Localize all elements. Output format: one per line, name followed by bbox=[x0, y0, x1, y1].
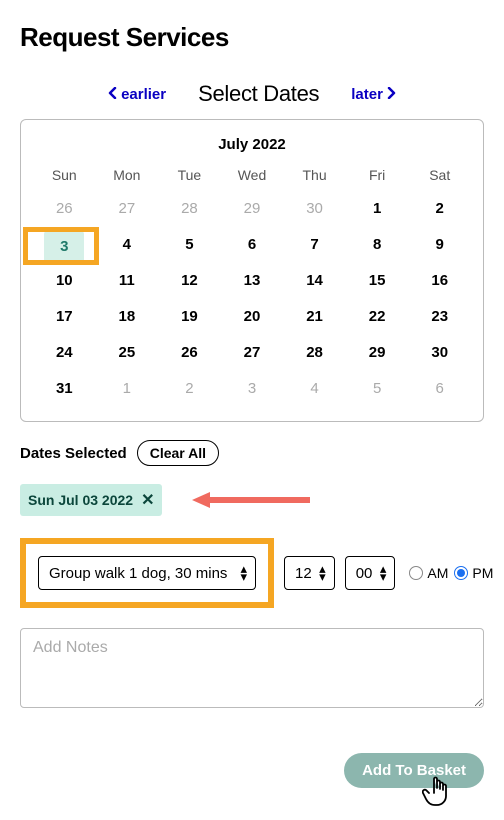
calendar-day: 30 bbox=[283, 195, 346, 223]
select-caret-icon: ▴▾ bbox=[319, 565, 326, 581]
chevron-left-icon bbox=[108, 86, 118, 103]
calendar-day[interactable]: 7 bbox=[283, 231, 346, 259]
select-caret-icon: ▴▾ bbox=[380, 565, 387, 581]
calendar-day[interactable]: 27 bbox=[221, 339, 284, 367]
am-label: AM bbox=[427, 565, 448, 581]
basket-row: Add To Basket bbox=[20, 753, 484, 788]
calendar-day[interactable]: 22 bbox=[346, 303, 409, 331]
calendar-day: 29 bbox=[221, 195, 284, 223]
calendar-day[interactable]: 3 bbox=[33, 231, 96, 259]
pm-radio[interactable] bbox=[454, 566, 468, 580]
calendar-day[interactable]: 6 bbox=[221, 231, 284, 259]
calendar-day[interactable]: 15 bbox=[346, 267, 409, 295]
annotation-highlight-service: Group walk 1 dog, 30 mins ▴▾ bbox=[20, 538, 274, 608]
calendar-day: 26 bbox=[33, 195, 96, 223]
calendar-day[interactable]: 10 bbox=[33, 267, 96, 295]
calendar-day[interactable]: 29 bbox=[346, 339, 409, 367]
calendar-day[interactable]: 14 bbox=[283, 267, 346, 295]
dates-selected-row: Dates Selected Clear All bbox=[20, 440, 484, 466]
calendar-dow: Sun bbox=[33, 167, 96, 187]
service-select-value: Group walk 1 dog, 30 mins bbox=[49, 565, 227, 582]
clear-all-button[interactable]: Clear All bbox=[137, 440, 219, 466]
hour-select[interactable]: 12 ▴▾ bbox=[284, 556, 335, 590]
calendar-day: 27 bbox=[96, 195, 159, 223]
service-controls-row: Group walk 1 dog, 30 mins ▴▾ 12 ▴▾ 00 ▴▾… bbox=[20, 538, 484, 608]
ampm-group: AM PM bbox=[405, 565, 493, 581]
remove-chip-icon[interactable]: ✕ bbox=[141, 490, 154, 510]
annotation-arrow-icon bbox=[192, 490, 312, 510]
calendar-day: 1 bbox=[96, 375, 159, 403]
calendar-dow: Sat bbox=[408, 167, 471, 187]
calendar-grid: SunMonTueWedThuFriSat2627282930123456789… bbox=[33, 167, 471, 403]
select-dates-heading: Select Dates bbox=[198, 81, 319, 107]
earlier-link[interactable]: earlier bbox=[108, 86, 166, 103]
calendar-day[interactable]: 16 bbox=[408, 267, 471, 295]
service-select[interactable]: Group walk 1 dog, 30 mins ▴▾ bbox=[38, 556, 256, 590]
calendar-day[interactable]: 20 bbox=[221, 303, 284, 331]
calendar-dow: Mon bbox=[96, 167, 159, 187]
add-to-basket-button[interactable]: Add To Basket bbox=[344, 753, 484, 788]
calendar-dow: Thu bbox=[283, 167, 346, 187]
calendar-day[interactable]: 18 bbox=[96, 303, 159, 331]
chevron-right-icon bbox=[386, 86, 396, 103]
calendar-day: 3 bbox=[221, 375, 284, 403]
minute-select[interactable]: 00 ▴▾ bbox=[345, 556, 396, 590]
calendar-day[interactable]: 12 bbox=[158, 267, 221, 295]
later-link[interactable]: later bbox=[351, 86, 396, 103]
select-caret-icon: ▴▾ bbox=[240, 565, 247, 581]
calendar-day: 28 bbox=[158, 195, 221, 223]
notes-textarea[interactable] bbox=[20, 628, 484, 708]
chip-text: Sun Jul 03 2022 bbox=[28, 492, 133, 508]
calendar-dow: Tue bbox=[158, 167, 221, 187]
calendar-day: 2 bbox=[158, 375, 221, 403]
calendar-dow: Fri bbox=[346, 167, 409, 187]
calendar-day: 5 bbox=[346, 375, 409, 403]
calendar-day[interactable]: 21 bbox=[283, 303, 346, 331]
calendar-day[interactable]: 28 bbox=[283, 339, 346, 367]
selected-date-chip-row: Sun Jul 03 2022 ✕ bbox=[20, 484, 484, 516]
calendar-day[interactable]: 13 bbox=[221, 267, 284, 295]
calendar-day[interactable]: 4 bbox=[96, 231, 159, 259]
calendar-day[interactable]: 2 bbox=[408, 195, 471, 223]
calendar-day[interactable]: 17 bbox=[33, 303, 96, 331]
calendar-day[interactable]: 31 bbox=[33, 375, 96, 403]
page-title: Request Services bbox=[20, 22, 484, 53]
calendar-day[interactable]: 26 bbox=[158, 339, 221, 367]
calendar-day[interactable]: 23 bbox=[408, 303, 471, 331]
dates-selected-label: Dates Selected bbox=[20, 445, 127, 462]
calendar-day[interactable]: 24 bbox=[33, 339, 96, 367]
pm-label: PM bbox=[472, 565, 493, 581]
calendar-day[interactable]: 30 bbox=[408, 339, 471, 367]
calendar-day[interactable]: 5 bbox=[158, 231, 221, 259]
notes-wrap bbox=[20, 628, 484, 713]
calendar-day[interactable]: 25 bbox=[96, 339, 159, 367]
calendar-dow: Wed bbox=[221, 167, 284, 187]
date-nav-row: earlier Select Dates later bbox=[20, 81, 484, 107]
selected-date-chip: Sun Jul 03 2022 ✕ bbox=[20, 484, 162, 516]
earlier-label: earlier bbox=[121, 86, 166, 103]
calendar-day[interactable]: 8 bbox=[346, 231, 409, 259]
calendar-day[interactable]: 1 bbox=[346, 195, 409, 223]
minute-value: 00 bbox=[356, 565, 373, 582]
calendar-day[interactable]: 9 bbox=[408, 231, 471, 259]
calendar-month-label: July 2022 bbox=[33, 130, 471, 167]
hour-value: 12 bbox=[295, 565, 312, 582]
calendar-day[interactable]: 19 bbox=[158, 303, 221, 331]
calendar-day: 4 bbox=[283, 375, 346, 403]
am-radio[interactable] bbox=[409, 566, 423, 580]
calendar-container: July 2022 SunMonTueWedThuFriSat262728293… bbox=[20, 119, 484, 422]
calendar-day: 6 bbox=[408, 375, 471, 403]
later-label: later bbox=[351, 86, 383, 103]
calendar-day[interactable]: 11 bbox=[96, 267, 159, 295]
